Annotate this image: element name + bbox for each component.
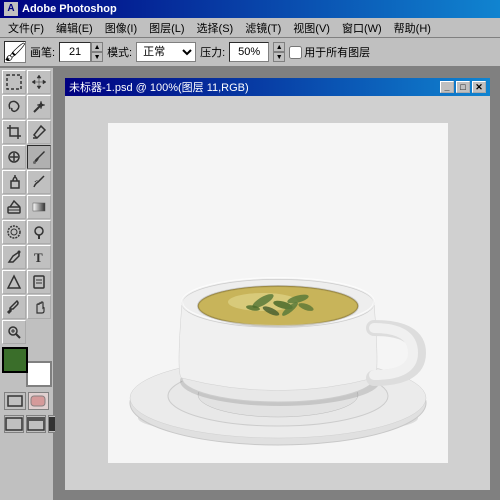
pressure-stepper[interactable]: ▲ ▼ bbox=[273, 42, 285, 62]
menu-file[interactable]: 文件(F) bbox=[2, 18, 50, 38]
image-canvas bbox=[65, 96, 490, 490]
pressure-down[interactable]: ▼ bbox=[273, 52, 285, 62]
pressure-input[interactable] bbox=[229, 42, 269, 62]
tool-gradient[interactable] bbox=[27, 195, 51, 219]
tool-row-2 bbox=[2, 95, 51, 119]
tool-brush[interactable] bbox=[27, 145, 51, 169]
main-area: T bbox=[0, 68, 500, 500]
brush-size-group: ▲ ▼ bbox=[59, 42, 103, 62]
document-title-bar: 未标器-1.psd @ 100%(图层 11,RGB) _ □ ✕ bbox=[65, 78, 490, 96]
tool-hand[interactable] bbox=[27, 295, 51, 319]
doc-minimize-btn[interactable]: _ bbox=[440, 81, 454, 93]
menu-help[interactable]: 帮助(H) bbox=[388, 18, 437, 38]
tool-stamp[interactable] bbox=[2, 170, 26, 194]
full-screen-menu-btn[interactable] bbox=[26, 415, 46, 433]
menu-view[interactable]: 视图(V) bbox=[287, 18, 336, 38]
tool-row-4 bbox=[2, 145, 51, 169]
tool-row-1 bbox=[2, 70, 51, 94]
tool-text[interactable]: T bbox=[27, 245, 51, 269]
quick-mask-btn[interactable] bbox=[28, 392, 50, 410]
document-window: 未标器-1.psd @ 100%(图层 11,RGB) _ □ ✕ bbox=[63, 76, 492, 492]
doc-close-btn[interactable]: ✕ bbox=[472, 81, 486, 93]
tool-row-9 bbox=[2, 270, 51, 294]
tool-row-3 bbox=[2, 120, 51, 144]
menu-filter[interactable]: 滤镜(T) bbox=[239, 18, 287, 38]
stepper-down[interactable]: ▼ bbox=[91, 52, 103, 62]
tool-dodge[interactable] bbox=[27, 220, 51, 244]
mode-select[interactable]: 正常 bbox=[136, 42, 196, 62]
background-color-swatch[interactable] bbox=[26, 361, 52, 387]
pressure-up[interactable]: ▲ bbox=[273, 42, 285, 52]
app-icon: A bbox=[4, 2, 18, 16]
tea-cup-image bbox=[108, 123, 448, 463]
tool-notes[interactable] bbox=[27, 270, 51, 294]
app-title: Adobe Photoshop bbox=[22, 3, 117, 15]
tool-row-10 bbox=[2, 295, 51, 319]
brush-size-stepper[interactable]: ▲ ▼ bbox=[91, 42, 103, 62]
brush-label: 画笔: bbox=[30, 44, 55, 60]
options-bar: 🖌 画笔: ▲ ▼ 模式: 正常 压力: ▲ ▼ 用于所有图层 bbox=[0, 38, 500, 68]
tool-blur[interactable] bbox=[2, 220, 26, 244]
doc-maximize-btn[interactable]: □ bbox=[456, 81, 470, 93]
normal-screen-btn[interactable] bbox=[4, 415, 24, 433]
doc-title-buttons: _ □ ✕ bbox=[440, 81, 486, 93]
tool-row-6 bbox=[2, 195, 51, 219]
tool-pen[interactable] bbox=[2, 245, 26, 269]
tool-rectangular-marquee[interactable] bbox=[2, 70, 26, 94]
svg-text:T: T bbox=[34, 250, 43, 265]
tool-eyedropper-small[interactable] bbox=[27, 120, 51, 144]
menu-edit[interactable]: 编辑(E) bbox=[50, 18, 99, 38]
tool-lasso[interactable] bbox=[2, 95, 26, 119]
canvas-area: 未标器-1.psd @ 100%(图层 11,RGB) _ □ ✕ bbox=[55, 68, 500, 500]
menu-layer[interactable]: 图层(L) bbox=[143, 18, 190, 38]
standard-mode-btn[interactable] bbox=[4, 392, 26, 410]
toolbox: T bbox=[0, 68, 55, 500]
tool-healing[interactable] bbox=[2, 145, 26, 169]
foreground-color-swatch[interactable] bbox=[2, 347, 28, 373]
tool-eyedropper[interactable] bbox=[2, 295, 26, 319]
tool-row-8: T bbox=[2, 245, 51, 269]
tool-row-7 bbox=[2, 220, 51, 244]
tool-eraser[interactable] bbox=[2, 195, 26, 219]
brush-size-input[interactable] bbox=[59, 42, 91, 62]
tool-row-zoom bbox=[2, 320, 51, 344]
tool-crop[interactable] bbox=[2, 120, 26, 144]
quick-mask-row bbox=[4, 392, 49, 410]
tool-zoom[interactable] bbox=[2, 320, 26, 344]
tool-move[interactable] bbox=[27, 70, 51, 94]
tool-magic-wand[interactable] bbox=[27, 95, 51, 119]
stepper-up[interactable]: ▲ bbox=[91, 42, 103, 52]
all-layers-checkbox[interactable] bbox=[289, 46, 302, 59]
menu-bar: 文件(F) 编辑(E) 图像(I) 图层(L) 选择(S) 滤镜(T) 视图(V… bbox=[0, 18, 500, 38]
menu-select[interactable]: 选择(S) bbox=[191, 18, 240, 38]
all-layers-label[interactable]: 用于所有图层 bbox=[289, 44, 370, 60]
pressure-label: 压力: bbox=[200, 44, 225, 60]
screen-mode-row bbox=[4, 415, 49, 433]
mode-label: 模式: bbox=[107, 44, 132, 60]
brush-icon: 🖌 bbox=[4, 41, 26, 63]
color-swatches bbox=[2, 347, 52, 387]
document-title: 未标器-1.psd @ 100%(图层 11,RGB) bbox=[69, 79, 249, 95]
menu-image[interactable]: 图像(I) bbox=[99, 18, 143, 38]
tool-shape[interactable] bbox=[2, 270, 26, 294]
title-bar: A Adobe Photoshop bbox=[0, 0, 500, 18]
tool-history-brush[interactable] bbox=[27, 170, 51, 194]
tool-row-5 bbox=[2, 170, 51, 194]
menu-window[interactable]: 窗口(W) bbox=[336, 18, 388, 38]
